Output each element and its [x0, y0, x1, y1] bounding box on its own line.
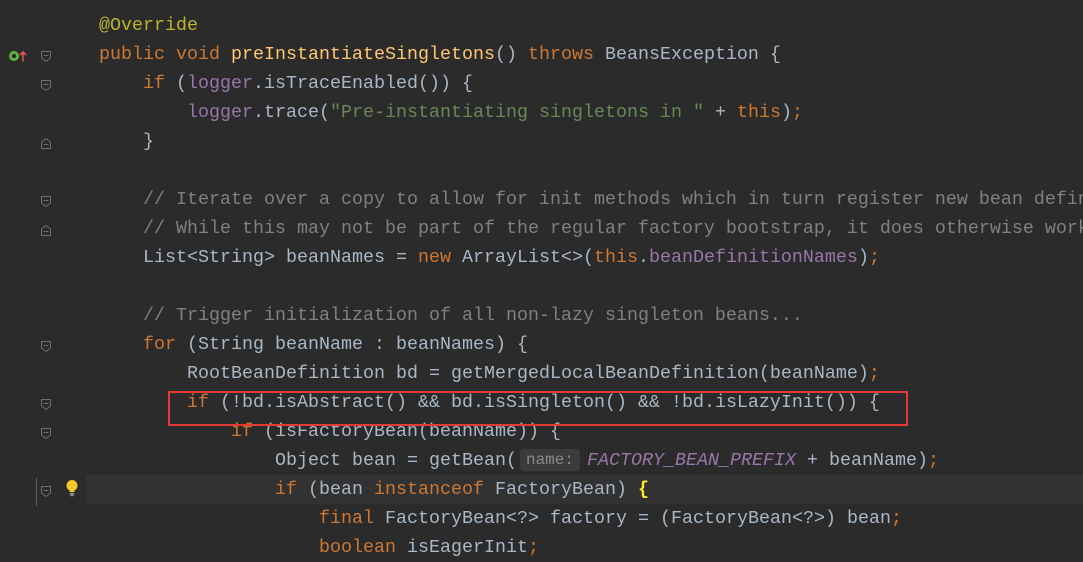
- code-line[interactable]: public void preInstantiateSingletons() t…: [99, 40, 1083, 69]
- keyword-token: for: [143, 334, 176, 355]
- gutter-marker: [36, 478, 37, 506]
- code-text: (: [165, 73, 187, 94]
- constant-reference: FACTORY_BEAN_PREFIX: [586, 450, 796, 471]
- semicolon-token: ;: [927, 450, 939, 471]
- code-text: ): [857, 247, 869, 268]
- fold-start-icon[interactable]: [40, 340, 52, 353]
- code-text: (bean: [297, 479, 374, 500]
- fold-start-icon[interactable]: [40, 398, 52, 411]
- field-reference: logger: [187, 102, 253, 123]
- code-line[interactable]: List<String> beanNames = new ArrayList<>…: [99, 243, 1083, 272]
- code-text: FactoryBean<?> factory = (FactoryBean<?>…: [374, 508, 891, 529]
- highlight-box: [168, 391, 908, 426]
- fold-start-icon[interactable]: [40, 485, 52, 498]
- code-text: ArrayList<>(: [450, 247, 594, 268]
- code-line[interactable]: final FactoryBean<?> factory = (FactoryB…: [99, 504, 1083, 533]
- keyword-token: this: [593, 247, 638, 268]
- implements-method-icon[interactable]: [7, 49, 29, 63]
- code-line[interactable]: boolean isEagerInit;: [99, 533, 1083, 562]
- code-text: ): [780, 102, 792, 123]
- code-line[interactable]: [99, 272, 1083, 301]
- code-text: }: [143, 131, 154, 152]
- code-editor[interactable]: @Override public void preInstantiateSing…: [99, 11, 1083, 562]
- string-literal: "Pre-instantiating singletons in ": [330, 102, 704, 123]
- fold-start-icon[interactable]: [40, 50, 52, 63]
- fold-start-icon[interactable]: [40, 427, 52, 440]
- code-line[interactable]: logger.trace("Pre-instantiating singleto…: [99, 98, 1083, 127]
- code-text: isEagerInit: [396, 537, 528, 558]
- code-text: .: [637, 247, 649, 268]
- fold-start-icon[interactable]: [40, 195, 52, 208]
- field-reference: beanDefinitionNames: [648, 247, 858, 268]
- semicolon-token: ;: [890, 508, 902, 529]
- semicolon-token: ;: [868, 363, 880, 384]
- keyword-token: if: [275, 479, 297, 500]
- keyword-token: throws: [527, 44, 594, 65]
- code-text: (): [494, 44, 528, 65]
- field-reference: logger: [187, 73, 253, 94]
- keyword-token: new: [417, 247, 451, 268]
- code-line[interactable]: if (bean instanceof FactoryBean) {: [99, 475, 1083, 504]
- comment-line[interactable]: // Trigger initialization of all non-laz…: [99, 301, 1083, 330]
- comment-line[interactable]: // Iterate over a copy to allow for init…: [99, 185, 1083, 214]
- code-line[interactable]: }: [99, 127, 1083, 156]
- method-name: preInstantiateSingletons: [230, 44, 495, 65]
- code-text: +: [703, 102, 737, 123]
- code-line[interactable]: Object bean = getBean(name: FACTORY_BEAN_…: [99, 446, 1083, 475]
- code-line[interactable]: if (logger.isTraceEnabled()) {: [99, 69, 1083, 98]
- keyword-token: if: [143, 73, 165, 94]
- code-text: + beanName): [795, 450, 928, 471]
- code-line[interactable]: for (String beanName : beanNames) {: [99, 330, 1083, 359]
- code-text: Object bean = getBean(: [275, 450, 517, 471]
- semicolon-token: ;: [868, 247, 880, 268]
- parameter-hint: name:: [519, 449, 580, 472]
- fold-end-icon[interactable]: [40, 224, 52, 237]
- keyword-token: final: [319, 508, 374, 529]
- keyword-token: public void: [99, 44, 231, 65]
- semicolon-token: ;: [791, 102, 803, 123]
- code-text: FactoryBean): [484, 479, 638, 500]
- code-text: BeansException {: [593, 44, 781, 65]
- fold-start-icon[interactable]: [40, 79, 52, 92]
- code-text: List<String> beanNames =: [143, 247, 418, 268]
- semicolon-token: ;: [527, 537, 539, 558]
- code-line[interactable]: [99, 156, 1083, 185]
- comment-line[interactable]: // While this may not be part of the reg…: [99, 214, 1083, 243]
- code-text: RootBeanDefinition bd = getMergedLocalBe…: [187, 363, 869, 384]
- matched-brace: {: [637, 479, 649, 500]
- code-text: .trace(: [253, 102, 330, 123]
- lightbulb-icon[interactable]: [65, 479, 79, 497]
- code-line[interactable]: @Override: [99, 11, 1083, 40]
- keyword-token: instanceof: [374, 479, 484, 500]
- editor-gutter: [0, 0, 86, 562]
- code-line[interactable]: RootBeanDefinition bd = getMergedLocalBe…: [99, 359, 1083, 388]
- keyword-token: this: [736, 102, 781, 123]
- code-text: (String beanName : beanNames) {: [176, 334, 528, 355]
- keyword-token: boolean: [319, 537, 396, 558]
- code-text: .isTraceEnabled()) {: [253, 73, 473, 94]
- annotation: @Override: [99, 15, 198, 36]
- fold-end-icon[interactable]: [40, 137, 52, 150]
